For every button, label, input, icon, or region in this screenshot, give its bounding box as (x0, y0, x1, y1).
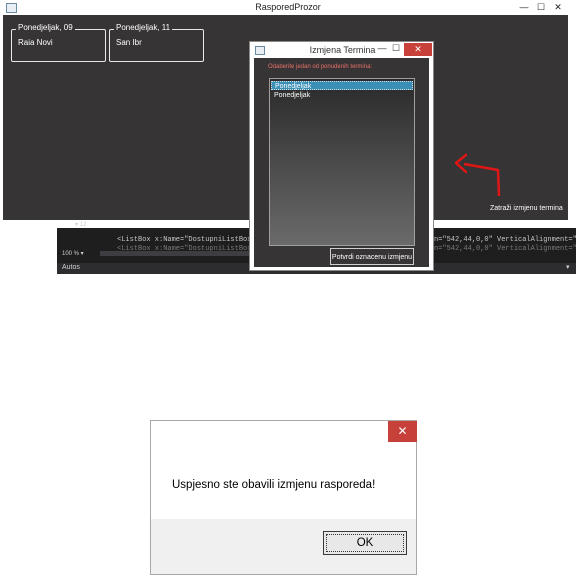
day-group-monday-11: Ponedjeljak, 11 San Ibr (109, 23, 204, 62)
ok-button[interactable]: OK (323, 531, 407, 555)
day-group-header: Ponedjeljak, 11 (114, 23, 173, 32)
ok-button-label: OK (326, 534, 404, 552)
day-group-monday-09: Ponedjeljak, 09 Raia Novi (11, 23, 106, 62)
code-line: n="542,44,0,0" VerticalAlignment="To (434, 236, 576, 244)
message-box: ✕ Uspjesno ste obavili izmjenu rasporeda… (150, 420, 417, 575)
request-change-button[interactable]: Zatraži izmjenu termina (490, 205, 563, 212)
horizontal-scrollbar[interactable] (100, 251, 250, 256)
schedule-entry[interactable]: Raia Novi (18, 38, 53, 47)
change-term-dialog: Izmjena Termina — ☐ ✕ Odaberite jedan od… (249, 41, 434, 271)
maximize-button[interactable]: ☐ (535, 1, 547, 13)
maximize-button[interactable]: ☐ (390, 43, 402, 55)
close-button[interactable]: ✕ (552, 1, 564, 13)
code-line: n="542,44,0,0" VerticalAlignment="To (434, 245, 576, 253)
confirm-change-button[interactable]: Potvrdi oznacenu izmjenu (330, 248, 414, 265)
editor-indicator: ▾ 12 (75, 222, 87, 228)
chevron-down-icon[interactable]: ▾ (566, 263, 570, 271)
main-window-title: RasporedProzor (255, 2, 321, 12)
message-text: Uspjesno ste obavili izmjenu rasporeda! (172, 479, 376, 491)
instruction-text: Odaberite jedan od ponudenih termina: (268, 64, 373, 70)
close-button[interactable]: ✕ (404, 43, 432, 56)
minimize-button[interactable]: — (375, 43, 389, 55)
list-item[interactable]: Ponedjeljak (271, 81, 413, 90)
zoom-dropdown[interactable]: 100 % ▾ (62, 250, 84, 257)
day-group-header: Ponedjeljak, 09 (16, 23, 75, 32)
main-titlebar: RasporedProzor — ☐ ✕ (0, 0, 576, 15)
annotation-arrow-icon (454, 153, 501, 197)
available-terms-list[interactable]: Ponedjeljak Ponedjeljak (269, 78, 415, 246)
schedule-entry[interactable]: San Ibr (116, 38, 142, 47)
close-button[interactable]: ✕ (388, 421, 417, 442)
code-line: <ListBox x:Name="DostupniListBox" (117, 236, 256, 244)
list-item[interactable]: Ponedjeljak (271, 91, 413, 100)
output-panel-label[interactable]: Autos (62, 264, 80, 271)
minimize-button[interactable]: — (518, 1, 530, 13)
